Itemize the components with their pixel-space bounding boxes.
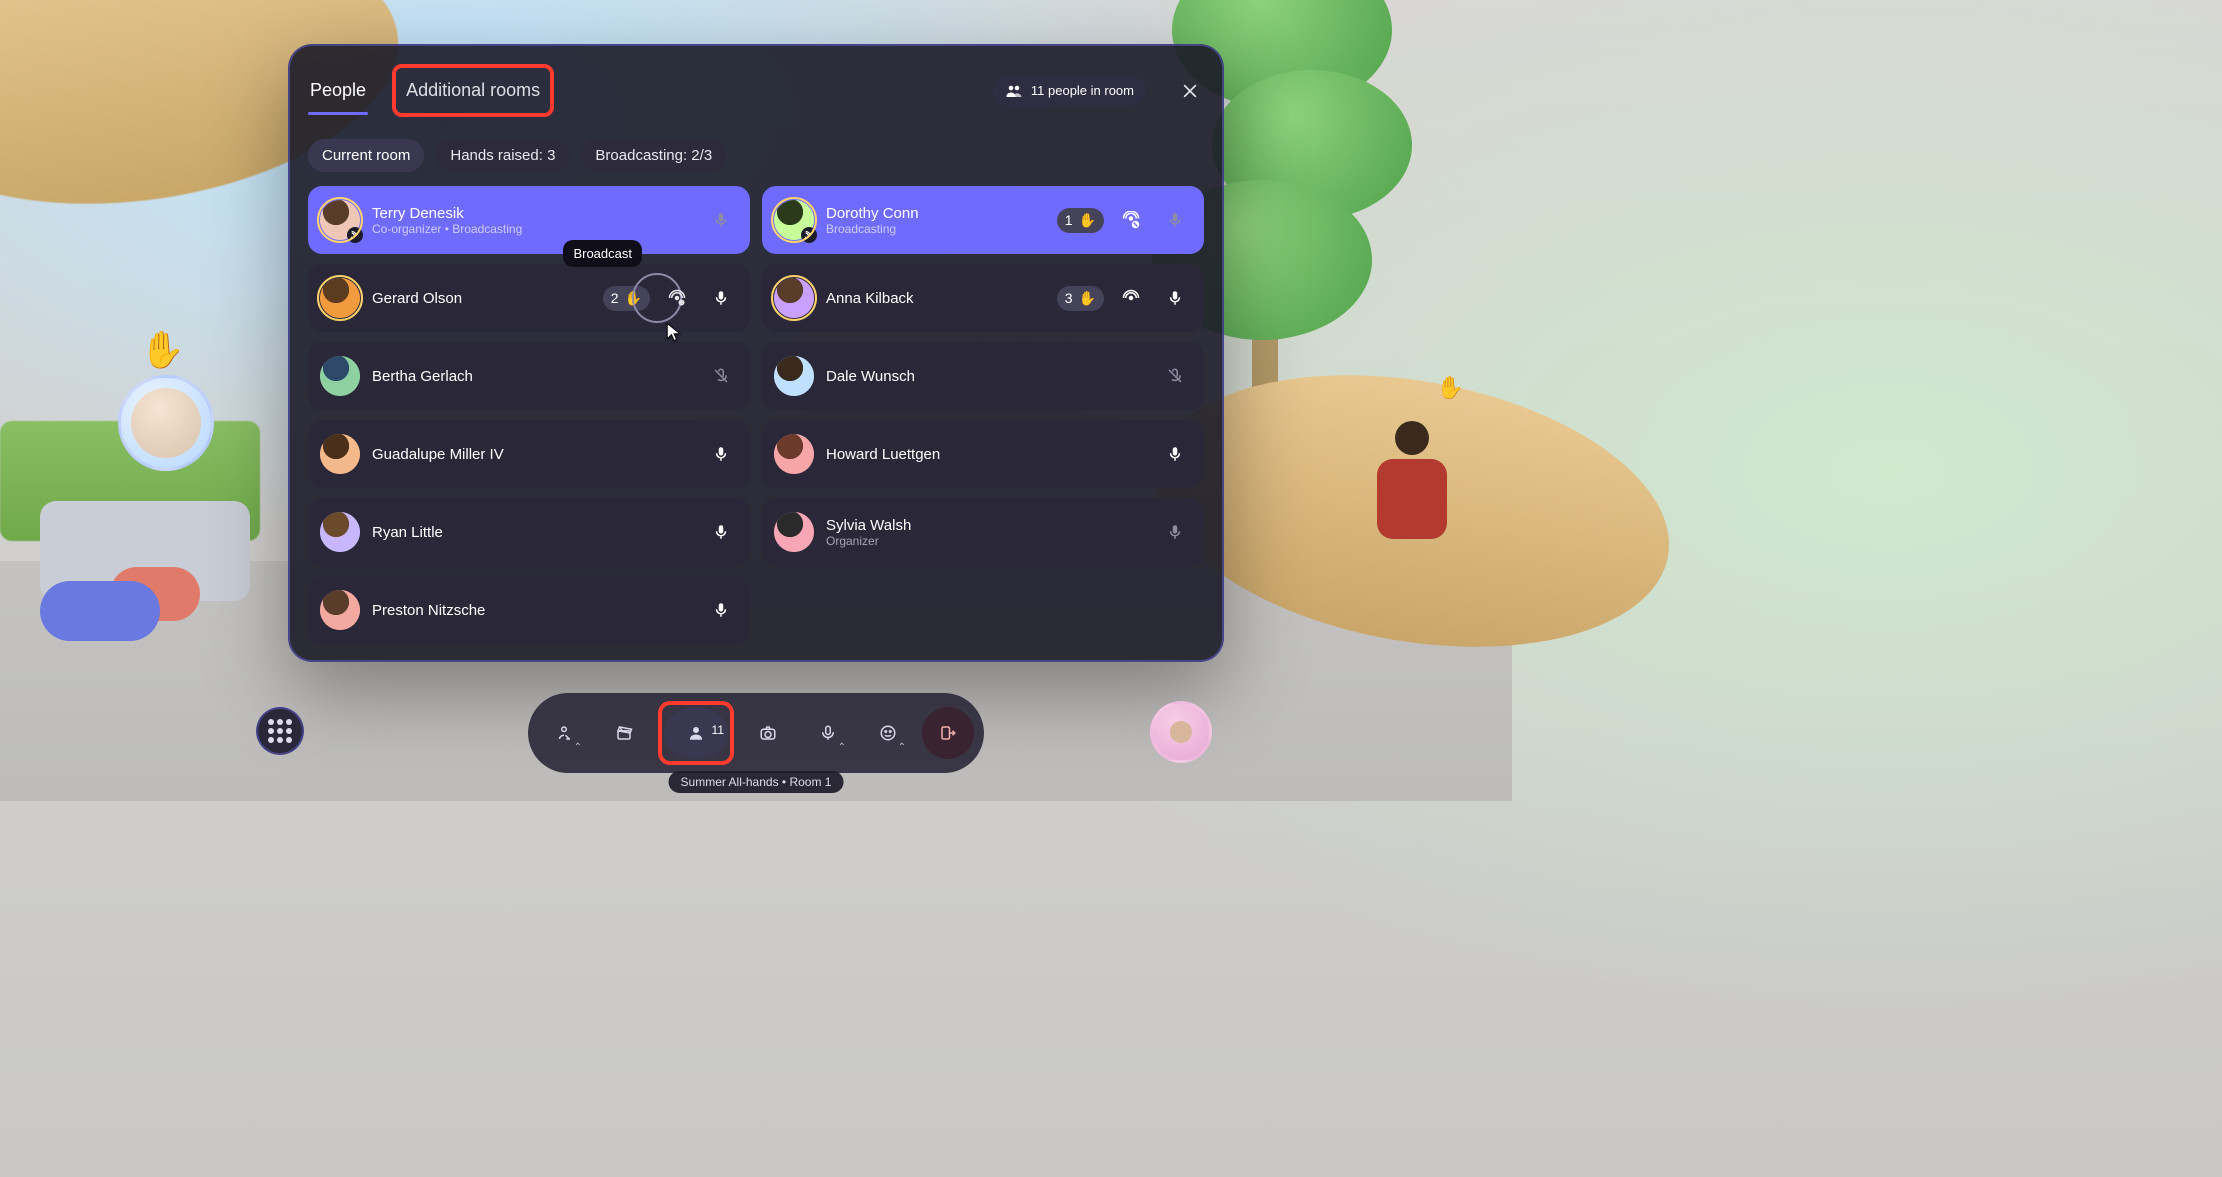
cursor-icon: [664, 322, 684, 342]
person-row[interactable]: Guadalupe Miller IV: [308, 420, 750, 488]
mic-icon[interactable]: [704, 515, 738, 549]
person-name: Preston Nitzsche: [372, 602, 485, 619]
avatar: [774, 512, 814, 552]
pill-hands-raised[interactable]: Hands raised: 3: [436, 139, 569, 172]
hand-raised-badge: 1 ✋: [1057, 208, 1104, 233]
callout-people-button: 11: [658, 701, 734, 765]
person-name: Sylvia Walsh: [826, 517, 911, 534]
broadcast-badge-icon: [801, 227, 817, 243]
self-avatar[interactable]: [1150, 701, 1212, 763]
people-panel: People Additional rooms 11 people in roo…: [288, 44, 1224, 662]
host-tools-button[interactable]: ⌃: [538, 707, 590, 759]
mic-icon[interactable]: [704, 203, 738, 237]
pill-current-room[interactable]: Current room: [308, 139, 424, 172]
room-count-label: 11 people in room: [1031, 83, 1134, 98]
avatar: [320, 278, 360, 318]
person-name: Dorothy Conn: [826, 205, 919, 222]
person-name: Dale Wunsch: [826, 368, 915, 385]
broadcast-badge-icon: [347, 227, 363, 243]
mic-icon[interactable]: [1158, 203, 1192, 237]
hand-emoji-right: ✋: [1437, 375, 1464, 401]
person-name: Guadalupe Miller IV: [372, 446, 504, 463]
person-name: Howard Luettgen: [826, 446, 940, 463]
mic-icon[interactable]: [1158, 515, 1192, 549]
avatar: [320, 356, 360, 396]
stop-broadcast-icon[interactable]: [1114, 203, 1148, 237]
avatar: [320, 200, 360, 240]
person-subtitle: Organizer: [826, 534, 911, 548]
callout-additional-rooms: Additional rooms: [392, 64, 554, 117]
person-row[interactable]: Dale Wunsch: [762, 342, 1204, 410]
person-row[interactable]: Dorothy Conn Broadcasting 1 ✋: [762, 186, 1204, 254]
mic-muted-icon[interactable]: [704, 359, 738, 393]
bottom-toolbar: ⌃ 11 ⌃ ⌃: [528, 693, 984, 773]
hand-emoji-left: ✋: [140, 329, 185, 371]
pill-broadcasting[interactable]: Broadcasting: 2/3: [581, 139, 726, 172]
person-row[interactable]: Bertha Gerlach: [308, 342, 750, 410]
chevron-up-icon: ⌃: [838, 742, 846, 753]
hand-raised-badge: 3 ✋: [1057, 286, 1104, 311]
person-name: Anna Kilback: [826, 290, 914, 307]
clapper-button[interactable]: [598, 707, 650, 759]
avatar: [774, 278, 814, 318]
avatar: [320, 434, 360, 474]
people-count: 11: [712, 723, 724, 737]
person-row[interactable]: Terry Denesik Co-organizer • Broadcastin…: [308, 186, 750, 254]
mic-icon[interactable]: [1158, 281, 1192, 315]
avatar: [320, 512, 360, 552]
person-subtitle: Co-organizer • Broadcasting: [372, 222, 522, 236]
people-button[interactable]: 11: [664, 707, 728, 759]
tab-additional-rooms[interactable]: Additional rooms: [404, 74, 542, 107]
person-name: Gerard Olson: [372, 290, 462, 307]
tab-people[interactable]: People: [308, 74, 368, 107]
panel-tabs: People Additional rooms: [308, 64, 554, 117]
camera-button[interactable]: [742, 707, 794, 759]
chevron-up-icon: ⌃: [574, 742, 582, 753]
mic-icon[interactable]: [1158, 437, 1192, 471]
broadcast-tooltip: Broadcast: [563, 240, 642, 267]
mic-icon[interactable]: [704, 281, 738, 315]
person-name: Bertha Gerlach: [372, 368, 473, 385]
person-row[interactable]: Preston Nitzsche: [308, 576, 750, 644]
mic-icon[interactable]: [704, 593, 738, 627]
person-name: Terry Denesik: [372, 205, 522, 222]
chevron-up-icon: ⌃: [898, 742, 906, 753]
people-grid: Terry Denesik Co-organizer • Broadcastin…: [308, 186, 1204, 644]
mic-button[interactable]: ⌃: [802, 707, 854, 759]
mic-muted-icon[interactable]: [1158, 359, 1192, 393]
broadcast-button[interactable]: [660, 281, 694, 315]
person-row[interactable]: Anna Kilback 3 ✋: [762, 264, 1204, 332]
mic-icon[interactable]: [704, 437, 738, 471]
avatar: [774, 200, 814, 240]
react-button[interactable]: ⌃: [862, 707, 914, 759]
room-label: Summer All-hands • Room 1: [669, 771, 844, 793]
person-subtitle: Broadcasting: [826, 222, 919, 236]
filter-pills: Current room Hands raised: 3 Broadcastin…: [308, 139, 1204, 172]
person-row[interactable]: Gerard Olson 2 ✋: [308, 264, 750, 332]
people-icon: [1005, 82, 1023, 100]
avatar: [774, 356, 814, 396]
person-row[interactable]: Howard Luettgen: [762, 420, 1204, 488]
person-row[interactable]: Sylvia Walsh Organizer: [762, 498, 1204, 566]
avatar: [774, 434, 814, 474]
avatar: [320, 590, 360, 630]
person-name: Ryan Little: [372, 524, 443, 541]
leave-button[interactable]: [922, 707, 974, 759]
menu-fab[interactable]: [256, 707, 304, 755]
person-row[interactable]: Ryan Little: [308, 498, 750, 566]
close-button[interactable]: [1176, 77, 1204, 105]
room-count-pill[interactable]: 11 people in room: [993, 76, 1146, 106]
broadcast-icon[interactable]: [1114, 281, 1148, 315]
